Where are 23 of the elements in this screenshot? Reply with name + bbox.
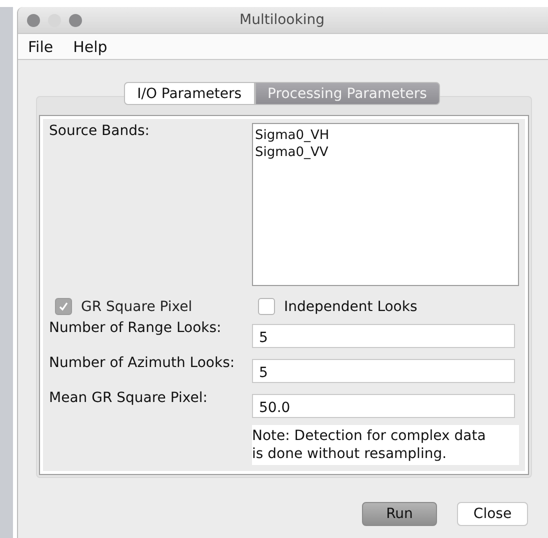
number-field[interactable]: 5 — [252, 359, 515, 383]
tab[interactable]: I/O Parameters — [124, 82, 255, 105]
number-field[interactable]: 50.0 — [252, 394, 515, 418]
checkmark-icon — [58, 301, 69, 312]
menu-item[interactable]: File — [28, 38, 54, 56]
checkbox-label: Independent Looks — [284, 298, 418, 314]
field-label: Number of Azimuth Looks: — [49, 355, 236, 371]
window-control-icon[interactable] — [69, 14, 82, 26]
dialog-button[interactable]: Run — [362, 502, 437, 526]
menu-item[interactable]: Help — [73, 38, 108, 56]
number-field[interactable]: 5 — [252, 324, 515, 348]
source-bands-list[interactable]: Sigma0_VH Sigma0_VV — [252, 123, 519, 286]
dialog-button[interactable]: Close — [457, 502, 528, 526]
list-item[interactable]: Sigma0_VH — [255, 127, 516, 144]
checkbox[interactable] — [258, 298, 275, 315]
field-label: Source Bands: — [49, 123, 150, 139]
list-item[interactable]: Sigma0_VV — [255, 144, 516, 161]
window-title: Multilooking — [238, 12, 326, 28]
field-label: Mean GR Square Pixel: — [49, 390, 208, 406]
field-label: Number of Range Looks: — [49, 320, 222, 336]
window-control-icon[interactable] — [27, 14, 40, 26]
checkbox-label: GR Square Pixel — [81, 298, 192, 314]
note-text: Note: Detection for complex data is done without resampling. — [252, 425, 519, 465]
